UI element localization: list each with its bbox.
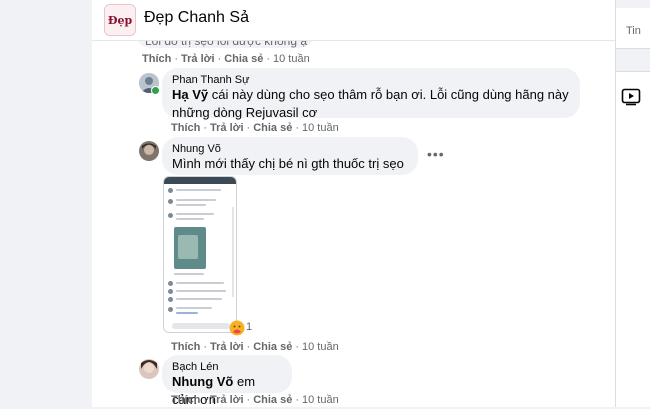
more-options-icon[interactable]: ••• xyxy=(427,146,445,162)
online-indicator xyxy=(151,86,160,95)
mention-link[interactable]: Hạ Vỹ xyxy=(172,87,208,102)
comment-actions: Thích · Trả lời · Chia sẻ · 10 tuần xyxy=(171,394,339,406)
avatar-image xyxy=(139,359,159,379)
image-line xyxy=(176,282,224,284)
page-title[interactable]: Đẹp Chanh Sả xyxy=(144,9,249,27)
like-link[interactable]: Thích xyxy=(142,53,171,65)
sidebar-divider xyxy=(616,0,650,8)
comment-author[interactable]: Nhung Võ xyxy=(172,143,408,155)
image-line xyxy=(176,189,221,191)
image-avatar xyxy=(168,199,173,204)
image-avatar xyxy=(168,188,173,193)
image-line xyxy=(176,290,226,292)
reply-link[interactable]: Trả lời xyxy=(210,341,244,353)
image-avatar xyxy=(168,213,173,218)
image-avatar xyxy=(168,307,173,312)
page-logo[interactable]: Đẹp xyxy=(104,4,136,36)
sidebar-divider xyxy=(616,48,650,72)
share-link[interactable]: Chia sẻ xyxy=(253,122,292,134)
comment-author[interactable]: Bạch Lén xyxy=(172,361,282,373)
comment-actions: Thích · Trả lời · Chia sẻ · 10 tuần xyxy=(171,122,339,134)
video-icon[interactable] xyxy=(621,88,641,106)
like-link[interactable]: Thích xyxy=(171,341,200,353)
comment-author[interactable]: Phan Thanh Sự xyxy=(172,74,570,86)
image-line xyxy=(176,298,222,300)
reaction-count[interactable]: 1 xyxy=(246,321,252,333)
comment-time[interactable]: 10 tuần xyxy=(273,53,310,65)
share-link[interactable]: Chia sẻ xyxy=(253,341,292,353)
comment-bubble: Nhung Võ Mình mới thấy chị bé nì gth thu… xyxy=(162,137,418,189)
comment-time[interactable]: 10 tuần xyxy=(302,341,339,353)
comment-attachment-image[interactable] xyxy=(163,176,237,333)
comment-actions: Thích · Trả lời · Chia sẻ · 10 tuần xyxy=(171,341,339,353)
image-line xyxy=(176,312,198,314)
comment-bubble: Bạch Lén Nhung Võ em cảm ơn xyxy=(162,355,292,407)
comment-bubble: Phan Thanh Sự Hạ Vỹ cái này dùng cho sẹo… xyxy=(162,68,580,120)
avatar-image xyxy=(139,141,159,161)
image-line xyxy=(176,218,204,220)
image-avatar xyxy=(168,289,173,294)
care-reaction-icon[interactable] xyxy=(229,320,245,336)
page-header: Đẹp Đẹp Chanh Sả xyxy=(92,0,615,41)
image-avatar xyxy=(168,297,173,302)
reply-link[interactable]: Trả lời xyxy=(181,53,215,65)
comment-body: Hạ Vỹ cái này dùng cho sẹo thâm rỗ bạn ơ… xyxy=(172,86,570,122)
comment-text: cái này dùng cho sẹo thâm rỗ bạn ơi. Lỗi… xyxy=(172,87,569,120)
share-link[interactable]: Chia sẻ xyxy=(224,53,263,65)
image-photo-detail xyxy=(178,235,198,259)
image-line xyxy=(174,273,204,275)
avatar[interactable] xyxy=(139,141,159,161)
comment-actions: Thích · Trả lời · Chia sẻ · 10 tuần xyxy=(142,53,310,65)
image-inputbar xyxy=(172,323,230,329)
share-link[interactable]: Chia sẻ xyxy=(253,394,292,406)
image-line xyxy=(176,213,214,215)
image-scrollbar xyxy=(232,207,234,297)
image-line xyxy=(176,204,206,206)
avatar[interactable] xyxy=(139,359,159,379)
comment-time[interactable]: 10 tuần xyxy=(302,122,339,134)
sidebar-label[interactable]: Tin xyxy=(626,25,641,37)
image-line xyxy=(176,199,216,201)
comment-time[interactable]: 10 tuần xyxy=(302,394,339,406)
right-sidebar: Tin xyxy=(615,0,650,407)
reply-link[interactable]: Trả lời xyxy=(210,394,244,406)
image-topbar xyxy=(164,177,236,184)
like-link[interactable]: Thích xyxy=(171,122,200,134)
mention-link[interactable]: Nhung Võ xyxy=(172,374,233,389)
image-avatar xyxy=(168,281,173,286)
reply-link[interactable]: Trả lời xyxy=(210,122,244,134)
image-line xyxy=(176,307,212,309)
like-link[interactable]: Thích xyxy=(171,394,200,406)
